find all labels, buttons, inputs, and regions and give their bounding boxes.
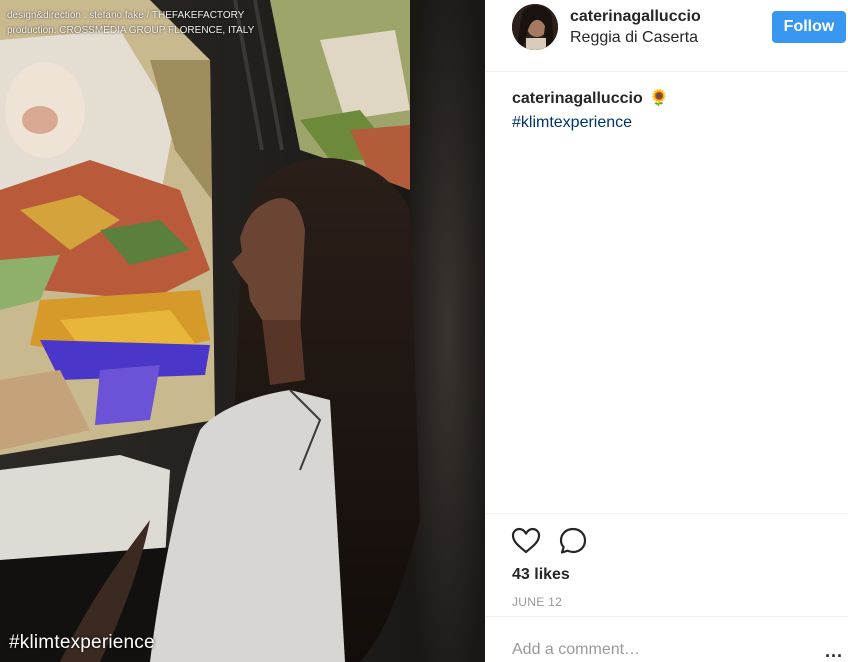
comment-input[interactable] [512,639,802,661]
post-details-panel: caterinagalluccio Reggia di Caserta Foll… [485,0,848,662]
heart-icon[interactable] [511,526,541,556]
sunflower-emoji: 🌻 [649,90,670,107]
credits-production: production: CROSSMEDIA GROUP FLORENCE, I… [7,25,255,36]
post-header: caterinagalluccio Reggia di Caserta Foll… [485,0,848,72]
post-date: JUNE 12 [512,595,563,609]
photo-hashtag-overlay: #klimtexperience [9,632,155,653]
caption-username[interactable]: caterinagalluccio [512,90,643,107]
post-actions: 43 likes JUNE 12 ... [485,513,848,662]
credits-direction: design&direction : stefano fake / THEFAK… [7,10,245,21]
caption-hashtag-link[interactable]: #klimtexperience [512,114,832,132]
likes-count[interactable]: 43 likes [512,566,570,584]
follow-button[interactable]: Follow [772,11,846,43]
post-photo[interactable]: design&direction : stefano fake / THEFAK… [0,0,485,662]
header-location[interactable]: Reggia di Caserta [570,29,698,47]
comment-row: ... [485,616,848,662]
avatar-image [512,4,558,50]
avatar[interactable] [512,4,558,50]
header-username[interactable]: caterinagalluccio [570,8,701,26]
post-caption: caterinagalluccio 🌻 #klimtexperience [512,88,832,132]
photo-scene [0,0,485,662]
photo-credits: design&direction : stefano fake / THEFAK… [7,8,254,38]
more-options-button[interactable]: ... [825,642,843,660]
speech-bubble-icon[interactable] [558,526,588,556]
